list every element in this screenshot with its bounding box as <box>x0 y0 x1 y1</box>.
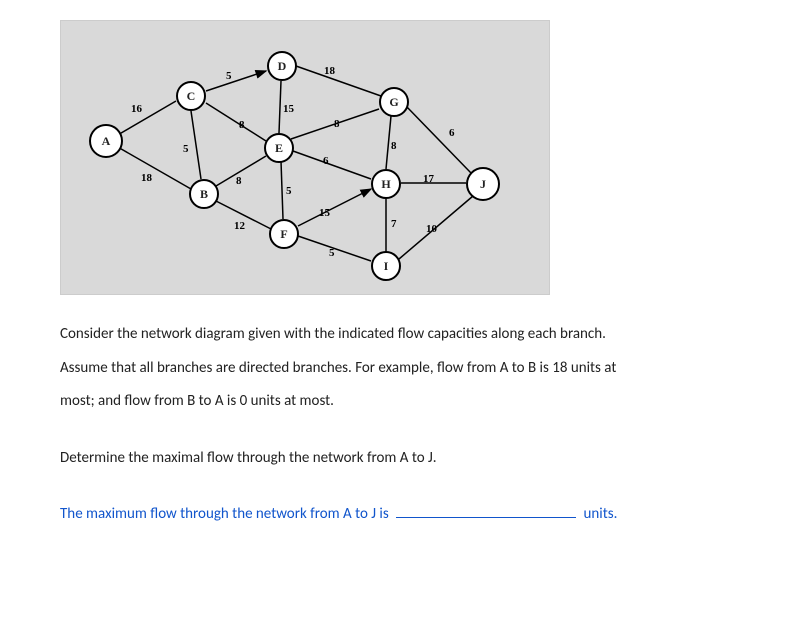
cap-E-F: 5 <box>286 181 292 202</box>
node-G: G <box>379 87 409 117</box>
cap-D-G: 18 <box>324 61 335 82</box>
node-E: E <box>264 133 294 163</box>
cap-G-J: 6 <box>449 123 455 144</box>
node-C: C <box>176 81 206 111</box>
cap-A-B: 18 <box>141 168 152 189</box>
cap-B-E: 8 <box>236 171 242 192</box>
text-line-1: Consider the network diagram given with … <box>60 320 733 349</box>
node-F: F <box>269 219 299 249</box>
cap-I-H: 7 <box>391 214 397 235</box>
text-line-2: Assume that all branches are directed br… <box>60 354 733 383</box>
cap-C-E: 8 <box>239 115 245 136</box>
cap-G-H: 8 <box>391 136 397 157</box>
cap-I-J: 10 <box>426 219 437 240</box>
node-H: H <box>371 169 401 199</box>
node-I: I <box>371 251 401 281</box>
cap-D-E: 15 <box>283 99 294 120</box>
answer-prefix: The maximum flow through the network fro… <box>60 505 389 523</box>
diagram-edges <box>61 21 549 294</box>
question-text: Determine the maximal flow through the n… <box>60 444 733 473</box>
node-A: A <box>89 124 123 158</box>
cap-B-F: 12 <box>234 216 245 237</box>
cap-C-D: 5 <box>226 66 232 87</box>
answer-suffix: units. <box>584 505 618 523</box>
text-line-3: most; and flow from B to A is 0 units at… <box>60 387 733 416</box>
node-D: D <box>267 51 297 81</box>
problem-text: Consider the network diagram given with … <box>0 320 793 529</box>
cap-E-H: 6 <box>323 151 329 172</box>
cap-F-H: 15 <box>319 203 330 224</box>
answer-blank[interactable] <box>396 505 576 519</box>
cap-A-C: 16 <box>131 99 142 120</box>
network-diagram: A C D B E F G H I J 16 18 5 5 8 15 18 8 … <box>60 20 550 295</box>
cap-F-I: 5 <box>329 243 335 264</box>
cap-C-B: 5 <box>183 139 189 160</box>
answer-sentence: The maximum flow through the network fro… <box>60 500 733 529</box>
node-B: B <box>189 179 219 209</box>
cap-E-G: 8 <box>334 114 340 135</box>
node-J: J <box>466 167 500 201</box>
cap-H-J: 17 <box>423 169 434 190</box>
